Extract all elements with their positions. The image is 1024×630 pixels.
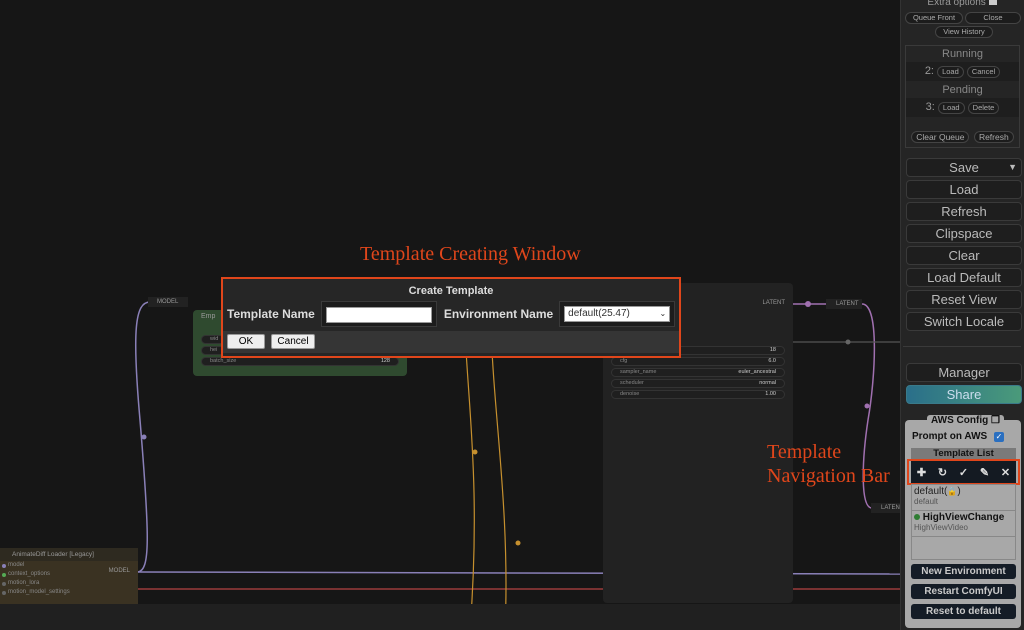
nav-bar-highlight <box>907 459 1020 485</box>
refresh-button[interactable]: Refresh <box>906 202 1022 221</box>
extra-options-checkbox[interactable] <box>988 0 997 5</box>
clear-queue-button[interactable]: Clear Queue <box>911 131 970 143</box>
template-sub: HighViewVideo <box>914 523 968 532</box>
clipspace-button[interactable]: Clipspace <box>906 224 1022 243</box>
input-context-options[interactable]: context_options <box>0 570 138 579</box>
queue-box: Running 2: Load Cancel Pending 3: Load D… <box>905 45 1020 148</box>
load-button[interactable]: Load <box>906 180 1022 199</box>
bottom-bar <box>0 604 900 630</box>
latent-output: LATENT <box>762 300 785 306</box>
sampler-name-widget[interactable]: sampler_name euler_ancestral <box>611 368 785 377</box>
environment-value: default(25.47) <box>568 308 630 319</box>
batch-size-widget[interactable]: batch_size 128 <box>201 357 399 366</box>
model-label: MODEL <box>157 299 179 305</box>
running-heading: Running <box>942 48 983 60</box>
dialog-title: Create Template <box>408 285 494 297</box>
clear-button[interactable]: Clear <box>906 246 1022 265</box>
pending-heading: Pending <box>942 84 983 96</box>
prompt-on-aws-label: Prompt on AWS <box>912 431 988 442</box>
annotation-nav-bar: Template Navigation Bar <box>767 441 890 487</box>
running-index: 2: <box>924 65 934 77</box>
create-template-dialog: Create Template Template Name Environmen… <box>221 277 681 358</box>
divider <box>903 346 1021 347</box>
restart-comfyui-button[interactable]: Restart ComfyUI <box>911 584 1016 599</box>
load-default-button[interactable]: Load Default <box>906 268 1022 287</box>
running-cancel-button[interactable]: Cancel <box>966 66 1001 78</box>
cfg-widget[interactable]: cfg 6.0 <box>611 357 785 366</box>
save-button[interactable]: Save ▼ <box>906 158 1022 177</box>
pending-index: 3: <box>925 101 935 113</box>
window-icon: ❐ <box>991 415 1000 426</box>
ok-button[interactable]: OK <box>227 334 265 349</box>
running-load-button[interactable]: Load <box>937 66 964 78</box>
chevron-down-icon: ⌄ <box>659 309 667 318</box>
reset-view-button[interactable]: Reset View <box>906 290 1022 309</box>
extra-options[interactable]: Extra options <box>900 0 1024 8</box>
latent-reroute-bottom[interactable]: LATEN <box>871 503 900 513</box>
pending-delete-button[interactable]: Delete <box>967 102 1000 114</box>
cancel-button[interactable]: Cancel <box>271 334 315 349</box>
input-model[interactable]: model <box>0 561 138 570</box>
latent-label: LATENT <box>836 301 859 307</box>
lock-icon: 🔒 <box>947 487 958 496</box>
new-environment-button[interactable]: New Environment <box>911 564 1016 579</box>
template-sub: default <box>914 497 939 506</box>
reset-to-default-button[interactable]: Reset to default <box>911 604 1016 619</box>
model-reroute[interactable]: MODEL <box>148 297 188 307</box>
scheduler-widget[interactable]: scheduler normal <box>611 379 785 388</box>
queue-refresh-button[interactable]: Refresh <box>973 131 1014 143</box>
share-button[interactable]: Share <box>906 385 1022 404</box>
switch-locale-button[interactable]: Switch Locale <box>906 312 1022 331</box>
aws-config-title: AWS Config ❐ <box>927 415 1004 426</box>
save-dropdown-icon[interactable]: ▼ <box>1008 159 1017 176</box>
template-item-highviewchange[interactable]: HighViewChange HighViewVideo <box>912 511 1015 537</box>
manager-button[interactable]: Manager <box>906 363 1022 382</box>
animatediff-loader-node[interactable]: AnimateDiff Loader [Legacy] MODEL model … <box>0 548 138 604</box>
latent-label: LATEN <box>881 505 900 511</box>
input-motion-lora[interactable]: motion_lora <box>0 579 138 588</box>
prompt-on-aws-checkbox[interactable]: ✓ <box>994 432 1004 442</box>
template-name-input[interactable] <box>325 306 432 323</box>
environment-select[interactable]: default(25.47) ⌄ <box>564 306 671 322</box>
annotation-creating-window: Template Creating Window <box>360 243 581 265</box>
close-button[interactable]: Close <box>965 12 1021 24</box>
template-name-label: Template Name <box>227 307 315 321</box>
aws-config-panel: AWS Config ❐ Prompt on AWS ✓ Template Li… <box>905 415 1021 628</box>
pending-load-button[interactable]: Load <box>937 102 965 114</box>
template-list-header: Template List <box>911 448 1016 459</box>
template-item-default[interactable]: default(🔒) default <box>912 485 1015 511</box>
queue-front-button[interactable]: Queue Front <box>905 12 963 24</box>
view-history-button[interactable]: View History <box>935 26 993 38</box>
denoise-widget[interactable]: denoise 1.00 <box>611 390 785 399</box>
environment-name-label: Environment Name <box>443 307 554 321</box>
active-indicator-icon <box>914 514 920 520</box>
node-title: AnimateDiff Loader [Legacy] <box>0 548 138 561</box>
latent-reroute[interactable]: LATENT <box>826 299 862 309</box>
input-motion-model-settings[interactable]: motion_model_settings <box>0 588 138 597</box>
